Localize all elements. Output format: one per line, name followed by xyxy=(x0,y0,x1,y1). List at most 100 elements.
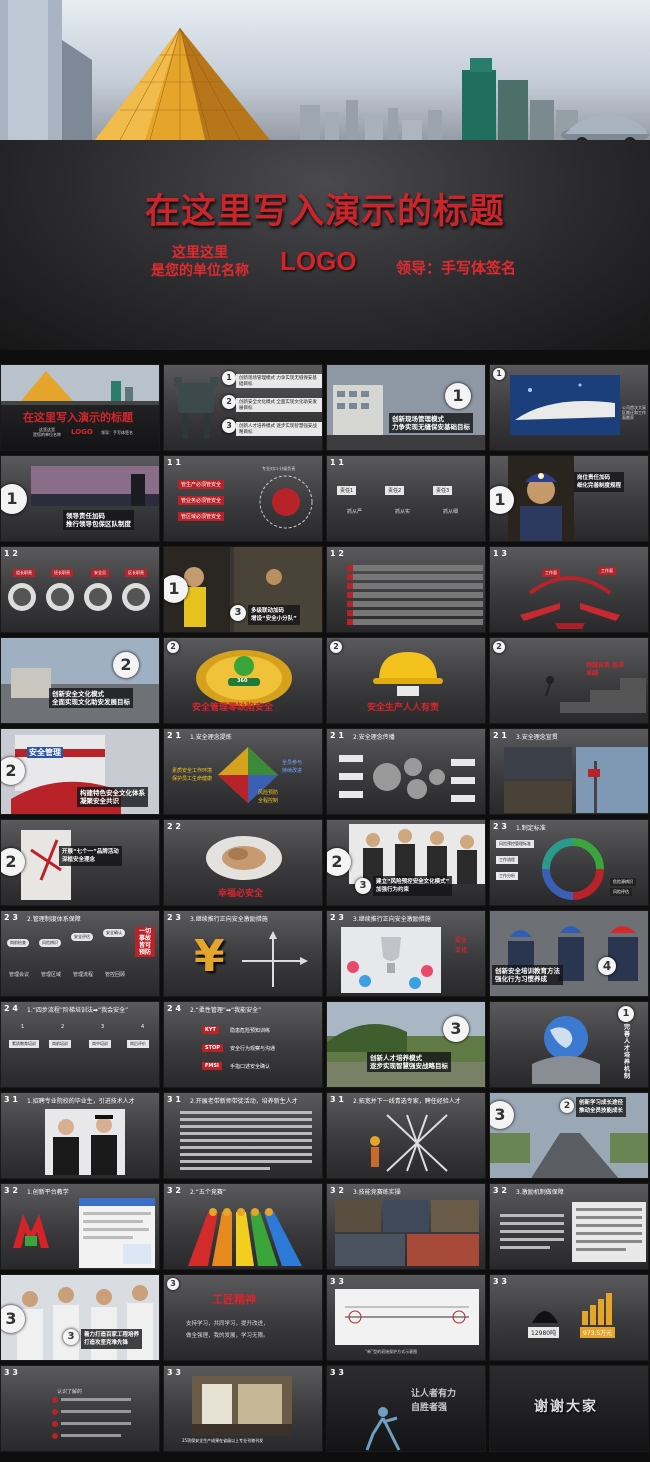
slide7-bottom-3: 抓从细 xyxy=(443,509,459,515)
slide-thumbnail-19[interactable]: 2 1 2.安全理念传播 xyxy=(326,728,486,815)
gears-diagram-icon xyxy=(339,755,475,802)
slide-thumbnail-12[interactable]: 1 3 工作面 工作面 xyxy=(489,546,649,633)
slide-thumbnail-47[interactable]: 3 3 让人者有力 自胜者强 xyxy=(326,1365,486,1452)
slide5-line2: 推行领导包保区队制度 xyxy=(66,520,131,528)
slide19-header: 2.安全理念传播 xyxy=(353,734,395,741)
slide-thumbnail-16[interactable]: 2 跨越自我 追求卓越 xyxy=(489,637,649,724)
slide-thumbnail-14[interactable]: 2 360 安全管理零缺陷安全 xyxy=(163,637,323,724)
slide29-step-3: 岗中培训 xyxy=(89,1040,111,1048)
slide14-num: 2 xyxy=(167,641,179,653)
slide31-caption: 创新人才培养模式 逐步实现智慧强安战略目标 xyxy=(367,1052,451,1072)
slide-thumbnail-36[interactable]: 3 2 创新学习成长途径 推动全员技能成长 xyxy=(489,1092,649,1179)
cycle-arrows-icon xyxy=(542,838,604,900)
slide-thumbnail-34[interactable]: 3 1 2.开展老带新师带徒活动，培养新生人才 xyxy=(163,1092,323,1179)
slide18-num: 2 1 xyxy=(167,731,181,740)
slide-thumbnail-27[interactable]: 2 3 3.继续推行正向安全激励措施 安全 文化 xyxy=(326,910,486,997)
slide-thumbnail-44[interactable]: 3 3 12980吨 973.5万元 xyxy=(489,1274,649,1361)
slide-thumbnail-2[interactable]: 1 2 3 创新现场管理模式 力争实现无缝保安基础目标 创新安全文化模式 全面实… xyxy=(163,364,323,451)
hero-title[interactable]: 在这里写入演示的标题 xyxy=(0,183,650,234)
slide-thumbnail-40[interactable]: 3 2 3.激励机制做保障 xyxy=(489,1183,649,1270)
slide2-item-3: 创新人才培养模式 逐步实现智慧强安战略目标 xyxy=(236,422,322,436)
slide2-num-2: 2 xyxy=(222,395,236,409)
slide-thumbnail-22[interactable]: 2 2 幸福必安全 xyxy=(163,819,323,906)
slide23-num: 3 xyxy=(355,878,371,894)
slide-thumbnail-7[interactable]: 1 1 责任1 责任2 责任3 抓从严 抓从实 抓从细 xyxy=(326,455,486,542)
logo-text[interactable]: LOGO xyxy=(280,246,357,277)
slide-thumbnail-33[interactable]: 3 1 1.招聘专业院校的毕业生，引进技术人才 xyxy=(0,1092,160,1179)
slide-thumbnail-29[interactable]: 2 4 1.“四步流程”阶梯培训法➡“我会安全” 1 2 3 4 素质教育培训 … xyxy=(0,1001,160,1088)
slide7-step-3: 责任3 xyxy=(433,486,453,495)
slide7-bottom-1: 抓从严 xyxy=(347,509,363,515)
slide-thumbnail-43[interactable]: 3 3 “新”型的初始保护方式示意图 xyxy=(326,1274,486,1361)
slide-thumbnail-46[interactable]: 3 3 25项保安全生产成果在省级以上专业刊物刊发 xyxy=(163,1365,323,1452)
slide-thumbnail-5[interactable]: 1 领导责任加码 推行领导包保区队制度 xyxy=(0,455,160,542)
slide-thumbnail-3[interactable]: 1 创新现场管理模式 力争实现无缝保安基础目标 xyxy=(326,364,486,451)
slide25-circle-3: 安全评估 xyxy=(71,933,93,941)
slide-thumbnail-37[interactable]: 3 2 1.创新平台教学 xyxy=(0,1183,160,1270)
slide17-caption: 构建特色安全文化体系 凝聚安全共识 xyxy=(77,787,148,807)
slide23-line2: 加强行为约束 xyxy=(376,887,410,893)
slide24-box-2: 工作流程 xyxy=(496,856,518,864)
web-screenshot-icon xyxy=(79,1198,155,1268)
barrier-gate-icon xyxy=(370,1114,448,1172)
slide-thumbnail-39[interactable]: 3 2 3.技能竞赛练实操 xyxy=(326,1183,486,1270)
slide39-num: 3 2 xyxy=(330,1186,344,1195)
slide-thumbnail-30[interactable]: 2 4 2.“柔性管理”➡“我能安全” KYT STOP FMSI 隐患危险预知… xyxy=(163,1001,323,1088)
pyramid-skyline-icon xyxy=(1,365,159,405)
hero-cover-slide[interactable]: 在这里写入演示的标题 这里这里 是您的单位名称 LOGO 领导：手写体签名 xyxy=(0,0,650,350)
slide28-num: 4 xyxy=(598,957,616,975)
coal-pile-icon xyxy=(532,1311,558,1323)
ring-diagram-icon xyxy=(259,475,313,529)
slide-thumbnail-48[interactable]: 谢谢大家 xyxy=(489,1365,649,1452)
slide24-num: 2 3 xyxy=(493,822,507,831)
competition-collage-icon xyxy=(335,1200,479,1266)
unit-name-line2: 是您的单位名称 xyxy=(151,263,249,279)
bookshelf-photo-icon xyxy=(192,1376,292,1436)
slide-thumbnail-4[interactable]: 1 公司首次大采区搬迁和工作面搬家 xyxy=(489,364,649,451)
slide-thumbnail-15[interactable]: 2 安全生产人人有责 xyxy=(326,637,486,724)
slide42-num: 3 xyxy=(167,1278,179,1290)
slide10-caption: 多级联动加码 增设“安全小分队” xyxy=(248,605,300,625)
leader-signature-text[interactable]: 领导：手写体签名 xyxy=(396,257,516,278)
slide45-num: 3 3 xyxy=(4,1368,18,1377)
slide-thumbnail-21[interactable]: 2 开展“七个一”品牌活动 深植安全理念 xyxy=(0,819,160,906)
slide44-num: 3 3 xyxy=(493,1277,507,1286)
slide25-banner: 一切事故皆可预防 xyxy=(135,927,155,957)
slide14-badge: 360 xyxy=(237,678,248,684)
slide3-num: 1 xyxy=(445,383,471,409)
slide-thumbnail-20[interactable]: 2 1 3.安全理念宣贯 xyxy=(489,728,649,815)
slide-thumbnail-24[interactable]: 2 3 1.制定标准 风险预控管理标准 工作流程 工作分析 危险源辨识 风险评估 xyxy=(489,819,649,906)
slide-thumbnail-18[interactable]: 2 1 1.安全理念提炼 素质安全工作环境 保护员工生命健康 全员参与 持续改进… xyxy=(163,728,323,815)
slide-thumbnail-10[interactable]: 1 3 多级联动加码 增设“安全小分队” xyxy=(163,546,323,633)
slide25-label-2: 管理区域 xyxy=(41,972,62,978)
slide-thumbnail-8[interactable]: 1 岗位责任加码 细化完善制度规程 xyxy=(489,455,649,542)
unit-name-text[interactable]: 这里这里 是您的单位名称 xyxy=(130,244,270,280)
slide-thumbnail-6[interactable]: 1 1 管生产必须管安全 管业务必须管安全 管区域必须管安全 专业对口·分级负责 xyxy=(163,455,323,542)
slide-thumbnail-11[interactable]: 1 2 xyxy=(326,546,486,633)
slide-thumbnail-28[interactable]: 创新安全培训教育方法 强化行为习惯养成 4 xyxy=(489,910,649,997)
slide-thumbnail-23[interactable]: 2 3 建立“风险预控安全文化模式” 加强行为约束 xyxy=(326,819,486,906)
slide-thumbnail-41[interactable]: 3 3 着力打造百家工程培养 打造攻坚克难先锋 xyxy=(0,1274,160,1361)
slide-thumbnail-42[interactable]: 3 工匠精神 支持学习，共同学习，提升改进， 做全强理，我的发展，学习无限。 xyxy=(163,1274,323,1361)
slide13-num: 2 xyxy=(113,652,139,678)
slide-thumbnail-32[interactable]: 1 完善人才培养机制 xyxy=(489,1001,649,1088)
slide21-line1: 开展“七个一”品牌活动 xyxy=(62,849,119,855)
slide17-line1: 构建特色安全文化体系 xyxy=(80,789,145,797)
slide-thumbnail-26[interactable]: 2 3 3.继续推行正向安全激励措施 ¥ xyxy=(163,910,323,997)
slide-thumbnail-1[interactable]: 在这里写入演示的标题 这里这里 是您的单位名称 LOGO 领导：手写体签名 xyxy=(0,364,160,451)
slide8-line1: 岗位责任加码 xyxy=(577,475,611,481)
slide-thumbnail-35[interactable]: 3 1 2.拓宽并下一线青选专家，聘任经验人才 xyxy=(326,1092,486,1179)
unit-name-line1: 这里这里 xyxy=(172,245,228,261)
slide-thumbnail-38[interactable]: 3 2 2.“五个竞赛” xyxy=(163,1183,323,1270)
slide25-label-4: 管控回顾 xyxy=(105,972,126,978)
slide-thumbnail-45[interactable]: 3 3 认识了解的 xyxy=(0,1365,160,1452)
hero-dark-floor xyxy=(0,140,650,350)
slide-thumbnail-9[interactable]: 1 2 组长职责 班长职责 安全员 区长职责 xyxy=(0,546,160,633)
slide-thumbnail-17[interactable]: 安全管理 2 构建特色安全文化体系 凝聚安全共识 xyxy=(0,728,160,815)
slide-thumbnail-13[interactable]: 2 创新安全文化模式 全面实现文化助安发展目标 xyxy=(0,637,160,724)
slide25-label-3: 管理流程 xyxy=(73,972,94,978)
slide33-header: 1.招聘专业院校的毕业生，引进技术人才 xyxy=(27,1098,135,1105)
slide30-item-3: 手指口述安全确认 xyxy=(230,1064,271,1070)
slide-thumbnail-31[interactable]: 3 创新人才培养模式 逐步实现智慧强安战略目标 xyxy=(326,1001,486,1088)
slide-thumbnail-25[interactable]: 2 3 2.管理制度体系保障 岗前检查 风险辨识 安全评估 安全确认 管理会议 … xyxy=(0,910,160,997)
